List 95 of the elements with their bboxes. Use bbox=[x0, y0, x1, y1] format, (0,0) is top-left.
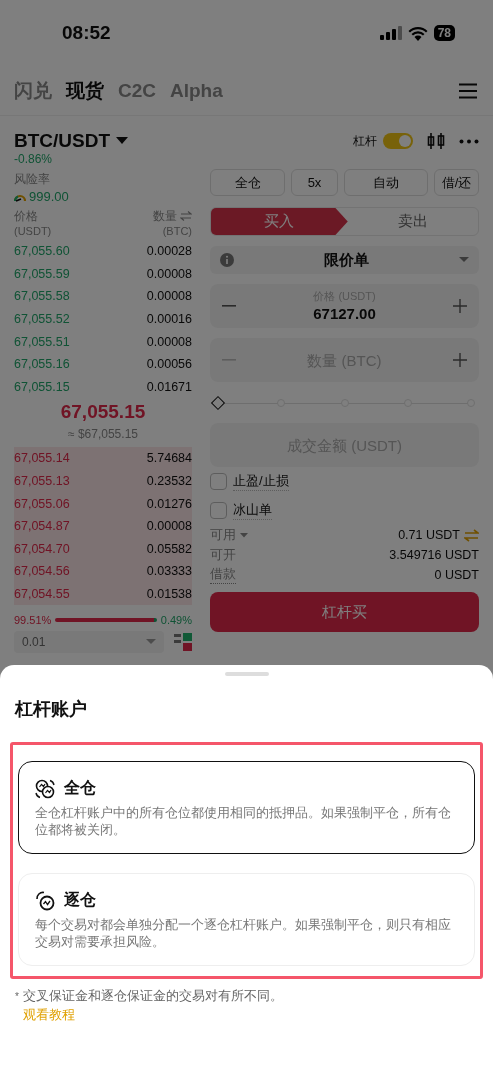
quantity-cell: 0.00028 bbox=[146, 244, 192, 259]
plus-icon[interactable] bbox=[453, 353, 467, 367]
nav-tab[interactable]: Alpha bbox=[170, 79, 223, 102]
minus-icon[interactable] bbox=[222, 305, 236, 307]
coins-icon bbox=[35, 778, 55, 799]
price-cell[interactable]: 67,055.13 bbox=[14, 474, 70, 489]
column-header: 价格 bbox=[14, 208, 39, 224]
risk-value: 999.00 bbox=[29, 188, 69, 206]
checkbox[interactable] bbox=[210, 502, 227, 519]
checkbox[interactable] bbox=[210, 473, 227, 490]
pair-symbol[interactable]: BTC/USDT bbox=[14, 130, 111, 152]
quantity-cell: 0.01671 bbox=[146, 379, 192, 394]
quantity-cell: 0.00008 bbox=[146, 334, 192, 349]
price-cell[interactable]: 67,054.87 bbox=[14, 519, 70, 534]
last-price: 67,055.15 bbox=[59, 400, 147, 425]
quantity-cell: 0.05582 bbox=[146, 541, 192, 556]
footnote-mark: * bbox=[15, 990, 19, 1004]
price-cell[interactable]: 67,055.15 bbox=[14, 379, 70, 394]
sheet-title: 杠杆账户 bbox=[13, 698, 88, 720]
quantity-cell: 0.01538 bbox=[146, 587, 192, 601]
wifi-icon bbox=[407, 25, 428, 41]
side-tab[interactable]: 卖出 bbox=[347, 208, 478, 235]
margin-option-button[interactable]: 自动 bbox=[344, 169, 428, 196]
gauge-icon bbox=[14, 192, 26, 202]
price-cell[interactable]: 67,054.56 bbox=[14, 564, 70, 579]
price-cell[interactable]: 67,055.16 bbox=[14, 357, 70, 372]
nav-tab[interactable]: C2C bbox=[118, 79, 156, 102]
option-label[interactable]: 止盈/止损 bbox=[233, 472, 289, 491]
info-icon[interactable] bbox=[220, 253, 234, 267]
usd-price: ≈ $67,055.15 bbox=[67, 426, 139, 444]
info-label: 可开 bbox=[210, 546, 236, 564]
sell-ratio: 0.49% bbox=[160, 614, 192, 627]
more-icon[interactable] bbox=[459, 138, 479, 144]
quantity-cell: 0.00056 bbox=[146, 357, 192, 372]
transfer-icon[interactable] bbox=[464, 528, 479, 542]
price-cell[interactable]: 67,055.58 bbox=[14, 289, 70, 304]
order-type-select[interactable]: 限价单 bbox=[210, 246, 479, 274]
buy-ratio: 99.51% bbox=[14, 614, 52, 627]
swap-icon[interactable] bbox=[180, 211, 192, 221]
price-cell[interactable]: 67,055.06 bbox=[14, 496, 70, 511]
precision-select[interactable]: 0.01 bbox=[14, 631, 164, 654]
price-cell[interactable]: 67,055.60 bbox=[14, 244, 70, 259]
quantity-cell: 0.00008 bbox=[146, 289, 192, 304]
price-cell[interactable]: 67,054.70 bbox=[14, 541, 70, 556]
option-label[interactable]: 冰山单 bbox=[233, 501, 272, 520]
column-unit: (USDT) bbox=[14, 224, 52, 238]
price-cell[interactable]: 67,055.14 bbox=[14, 451, 70, 466]
caret-icon[interactable] bbox=[240, 532, 248, 538]
coin-icon bbox=[35, 890, 55, 911]
mode-description: 全仓杠杆账户中的所有仓位都使用相同的抵押品。如果强制平仓，所有仓位都将被关闭。 bbox=[35, 805, 452, 839]
battery-level: 78 bbox=[433, 25, 455, 41]
leverage-toggle[interactable] bbox=[383, 133, 413, 149]
info-label: 可用 bbox=[210, 526, 236, 544]
submit-button[interactable]: 杠杆买 bbox=[210, 592, 479, 632]
price-change: -0.86% bbox=[14, 152, 54, 167]
nav-tab[interactable]: 闪兑 bbox=[14, 77, 52, 104]
quantity-cell: 0.03333 bbox=[146, 564, 192, 579]
margin-option-button[interactable]: 5x bbox=[291, 169, 338, 196]
caret-icon[interactable] bbox=[459, 257, 469, 263]
info-value: 3.549716 USDT bbox=[389, 548, 479, 562]
margin-mode-card[interactable]: 全仓 全仓杠杆账户中的所有仓位都使用相同的抵押品。如果强制平仓，所有仓位都将被关闭。 bbox=[18, 761, 475, 854]
quantity-cell: 5.74684 bbox=[146, 451, 192, 466]
layout-icon[interactable] bbox=[174, 633, 192, 652]
caret-icon[interactable] bbox=[116, 137, 129, 145]
side-tab[interactable]: 买入 bbox=[211, 208, 348, 235]
mode-description: 每个交易对都会单独分配一个逐仓杠杆账户。如果强制平仓，则只有相应交易对需要承担风险。 bbox=[35, 917, 452, 951]
drag-handle[interactable] bbox=[224, 672, 269, 676]
price-cell[interactable]: 67,055.51 bbox=[14, 334, 70, 349]
margin-option-button[interactable]: 借/还 bbox=[434, 169, 479, 196]
info-label: 借款 bbox=[210, 566, 236, 584]
mode-title: 逐仓 bbox=[64, 890, 96, 910]
margin-option-button[interactable]: 全仓 bbox=[210, 169, 285, 196]
price-cell[interactable]: 67,055.52 bbox=[14, 312, 70, 327]
nav-tab[interactable]: 现货 bbox=[66, 77, 104, 104]
signal-icon bbox=[379, 26, 402, 40]
mode-title: 全仓 bbox=[64, 778, 96, 798]
quantity-cell: 0.00008 bbox=[146, 519, 192, 534]
quantity-cell: 0.00008 bbox=[146, 266, 192, 281]
candlestick-icon[interactable] bbox=[427, 132, 445, 150]
quantity-cell: 0.00016 bbox=[146, 312, 192, 327]
info-value: 0 USDT bbox=[434, 568, 479, 582]
leverage-label: 杠杆 bbox=[353, 132, 377, 150]
quantity-cell: 0.01276 bbox=[146, 496, 192, 511]
price-cell[interactable]: 67,054.55 bbox=[14, 587, 70, 601]
column-unit: (BTC) bbox=[161, 224, 192, 238]
margin-mode-card[interactable]: 逐仓 每个交易对都会单独分配一个逐仓杠杆账户。如果强制平仓，则只有相应交易对需要承担风险。 bbox=[18, 873, 475, 966]
footnote: 交叉保证金和逐仓保证金的交易对有所不同。 bbox=[22, 988, 283, 1005]
plus-icon[interactable] bbox=[453, 299, 467, 313]
tutorial-link[interactable]: 观看教程 bbox=[22, 1008, 75, 1022]
sell-share-bar bbox=[153, 618, 157, 623]
price-cell[interactable]: 67,055.59 bbox=[14, 266, 70, 281]
quantity-cell: 0.23532 bbox=[146, 474, 192, 489]
info-value: 0.71 USDT bbox=[398, 528, 460, 542]
menu-icon[interactable] bbox=[459, 83, 477, 99]
clock: 08:52 bbox=[62, 22, 111, 44]
